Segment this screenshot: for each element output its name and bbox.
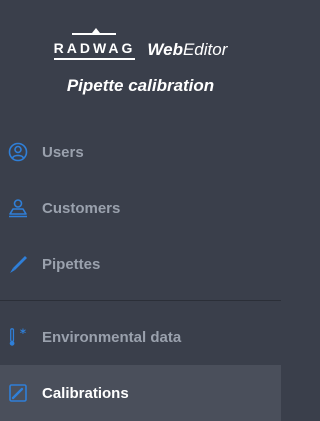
sidebar-item-label: Customers	[42, 199, 121, 217]
app-header: RADWAG WebEditor Pipette calibration	[0, 0, 281, 116]
sidebar-item-label: Environmental data	[42, 328, 182, 346]
thermometer-icon: *	[8, 326, 28, 348]
users-icon	[8, 141, 28, 163]
logo-row: RADWAG WebEditor	[0, 28, 281, 60]
sidebar-item-environmental-data[interactable]: * Environmental data	[0, 309, 281, 365]
sidebar-item-label: Calibrations	[42, 384, 129, 402]
sidebar-item-label: Users	[42, 143, 84, 161]
sidebar-item-calibrations[interactable]: Calibrations	[0, 365, 281, 421]
logo-scale-pointer	[91, 28, 100, 33]
product-name-regular: Editor	[182, 40, 228, 59]
logo-scale-bar	[71, 33, 116, 35]
product-name: WebEditor	[147, 40, 227, 60]
calibration-icon	[8, 382, 28, 404]
app-subtitle: Pipette calibration	[66, 76, 215, 95]
sidebar-item-pipettes[interactable]: Pipettes	[0, 236, 281, 292]
sidebar-nav: Users Customers Pipettes * Environmental…	[0, 124, 281, 421]
product-name-bold: Web	[147, 40, 183, 59]
logo-text: RADWAG	[53, 40, 136, 56]
sidebar-item-users[interactable]: Users	[0, 124, 281, 180]
customers-icon	[8, 197, 28, 219]
sidebar-item-customers[interactable]: Customers	[0, 180, 281, 236]
sidebar-item-label: Pipettes	[42, 255, 101, 273]
pipette-icon	[8, 253, 28, 275]
svg-text:*: *	[20, 326, 26, 340]
radwag-logo: RADWAG	[53, 28, 136, 60]
